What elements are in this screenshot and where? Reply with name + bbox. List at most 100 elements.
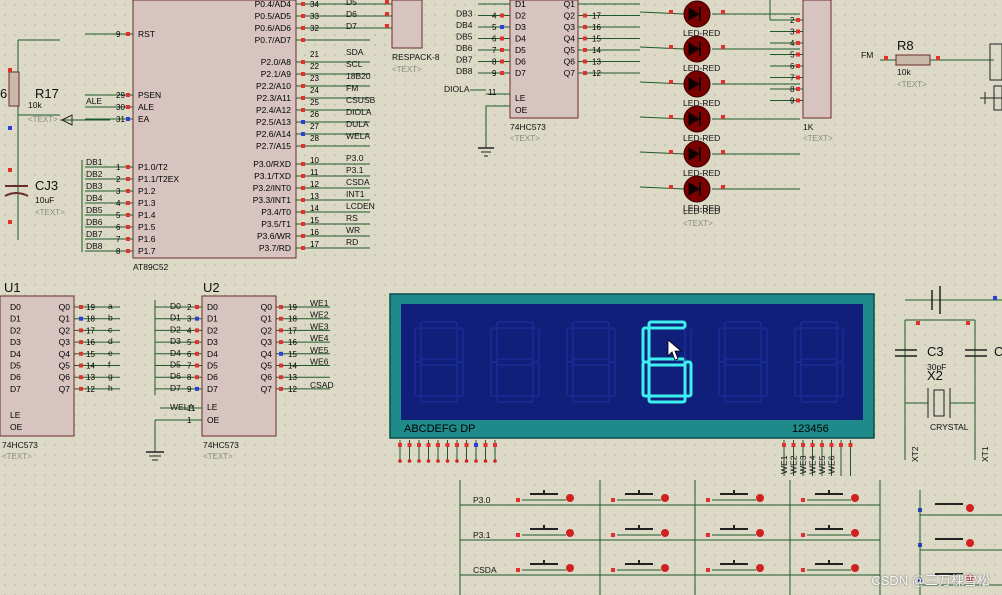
- mcu-right-pin: P2.3/A11: [257, 93, 292, 103]
- res1k-pin-num: 9: [790, 97, 795, 106]
- latch-top-74hc573[interactable]: 74HC573 <TEXT> D1 D2 DB3 4 D3 DB4 5 D4 DB5 6 D5 DB6…: [444, 0, 640, 157]
- mcu-right-pin-num: 27: [310, 122, 319, 131]
- mcu-right-net: INT1: [346, 189, 365, 199]
- keypad-row-label: P3.0: [473, 495, 491, 505]
- r8-net: FM: [861, 50, 873, 60]
- latch-top-out-num: 13: [592, 58, 601, 67]
- mcu-right-net: SDA: [346, 47, 364, 57]
- mcu-left-net: DB3: [86, 181, 103, 191]
- u1-out-num: 18: [86, 315, 95, 324]
- latch-top-le: LE: [515, 93, 526, 103]
- respack-8[interactable]: RESPACK-8 <TEXT>: [370, 0, 440, 74]
- r17-ref: R17: [35, 86, 59, 101]
- res1k-pin-num: 6: [790, 62, 795, 71]
- mcu-right-pin: P2.0/A8: [261, 57, 292, 67]
- latch-top-oe: OE: [515, 105, 528, 115]
- latch-top-output: Q2: [564, 11, 576, 21]
- u1-text: <TEXT>: [2, 452, 32, 461]
- u1-out-net: f: [108, 360, 111, 370]
- mcu-right-pin: P0.5/AD5: [255, 11, 292, 21]
- digit-label: 123456: [792, 423, 829, 435]
- u2-input: D6: [207, 372, 218, 382]
- led-column[interactable]: LED-REDLED-REDLED-REDLED-REDLED-REDLED-R…: [639, 0, 800, 213]
- mcu-left-pin: P1.2: [138, 186, 156, 196]
- latch-top-name: 74HC573: [510, 122, 546, 132]
- u2-out-net: WE5: [310, 345, 329, 355]
- u1-out-net: c: [108, 324, 113, 334]
- u2-in-net: D7: [170, 383, 181, 393]
- mcu-right-pin: P0.7/AD7: [255, 35, 292, 45]
- u2-in-num: 7: [187, 362, 192, 371]
- latch-top-output: Q7: [564, 68, 576, 78]
- respack-name: RESPACK-8: [392, 52, 440, 62]
- mcu-right-pin-num: 15: [310, 216, 319, 225]
- schematic-canvas[interactable]: R17 6 10k <TEXT> CJ3 10uF <TEXT> AT89C52…: [0, 0, 1002, 595]
- segment-label: ABCDEFG DP: [404, 423, 476, 435]
- u1-ref: U1: [4, 280, 21, 295]
- mcu-right-net: P3.0: [346, 153, 364, 163]
- u2-in-num: 6: [187, 350, 192, 359]
- r8-resistor[interactable]: FM R8 10k <TEXT>: [861, 38, 1002, 111]
- mcu-right-net: WR: [346, 225, 360, 235]
- mcu-right-pin: P2.4/A12: [256, 105, 291, 115]
- mcu-right-net: DULA: [346, 119, 369, 129]
- u2-out-num: 12: [288, 385, 297, 394]
- display-pin-net: WE2: [789, 455, 799, 474]
- mcu-left-pin-num: 9: [116, 30, 121, 39]
- cj3-value: 10uF: [35, 195, 54, 205]
- u2-74hc573[interactable]: U2 74HC573 <TEXT> D0 D0 2 D1 D1 3 D2 D2 4 D3 D3 5 D4…: [146, 280, 334, 461]
- u2-out-num: 14: [288, 362, 297, 371]
- mcu-right-pin-num: 13: [310, 192, 319, 201]
- latch-top-in-num: 7: [492, 46, 497, 55]
- cj3-capacitor[interactable]: CJ3 10uF <TEXT>: [4, 168, 65, 224]
- mcu-left-net: DB2: [86, 169, 103, 179]
- mcu-left-pin-num: 31: [116, 115, 125, 124]
- respack-text: <TEXT>: [392, 65, 422, 74]
- u2-output: Q0: [261, 302, 273, 312]
- u1-out-num: 17: [86, 326, 95, 335]
- mcu-left-net: DB4: [86, 193, 103, 203]
- mcu-right-net: D6: [346, 9, 357, 19]
- u1-output: Q0: [59, 302, 71, 312]
- display-pin-net: WE5: [817, 455, 827, 474]
- latch-top-out-num: 17: [592, 12, 601, 21]
- u2-text: <TEXT>: [203, 452, 233, 461]
- res1k-pin-num: 3: [790, 28, 795, 37]
- u2-in-net: D2: [170, 324, 181, 334]
- res1k-name: 1K: [803, 122, 814, 132]
- mcu-right-pin-num: 23: [310, 74, 319, 83]
- latch-top-in-net: DB8: [456, 66, 473, 76]
- u1-input: D5: [10, 361, 21, 371]
- u2-in-num: 5: [187, 338, 192, 347]
- seven-segment-display[interactable]: ABCDEFG DP 123456: [389, 293, 875, 439]
- u2-output: Q6: [261, 372, 273, 382]
- latch-top-in-num: 4: [492, 12, 497, 21]
- u1-input: D6: [10, 372, 21, 382]
- keypad-matrix[interactable]: P3.0 P3.1 CSDA: [459, 480, 881, 595]
- u2-out-net: WE4: [310, 333, 329, 343]
- crystal-circuit[interactable]: C3 30pF X2 CRYSTAL C XT2 XT1: [895, 286, 1002, 462]
- u1-out-net: d: [108, 336, 113, 346]
- mcu-left-pin-num: 7: [116, 235, 121, 244]
- u1-input: D4: [10, 349, 21, 359]
- u2-out-num: 18: [288, 315, 297, 324]
- mcu-right-pin-num: 25: [310, 98, 319, 107]
- latch-top-text: <TEXT>: [510, 134, 540, 143]
- mcu-right-pin-num: 11: [310, 168, 319, 177]
- led-text: <TEXT>: [683, 219, 713, 228]
- mcu-right-net: FM: [346, 83, 358, 93]
- at89c52-mcu[interactable]: AT89C52 RST 9 PSEN 29 ALE 30 EA 31 P1.0/T2 1 P1.1/…: [81, 0, 376, 272]
- latch-top-output: Q3: [564, 22, 576, 32]
- u1-out-net: e: [108, 348, 113, 358]
- mcu-name: AT89C52: [133, 262, 169, 272]
- u2-in-num: 9: [187, 385, 192, 394]
- mcu-left-net: DB8: [86, 241, 103, 251]
- mcu-left-pin: EA: [138, 114, 150, 124]
- latch-top-out-num: 12: [592, 69, 601, 78]
- u1-oe: OE: [10, 422, 23, 432]
- resistor-network-1k[interactable]: 1K <TEXT> 2 3 4 5 6 7 8 9: [769, 0, 833, 143]
- u1-74hc573[interactable]: U1 74HC573 <TEXT> D0 D1D2 D3 D4 D5D6 D7 LE OE Q0…: [0, 280, 120, 461]
- latch-top-in-num: 6: [492, 35, 497, 44]
- mcu-right-net: CSUSB: [346, 95, 376, 105]
- mcu-right-pin: P3.6/WR: [257, 231, 291, 241]
